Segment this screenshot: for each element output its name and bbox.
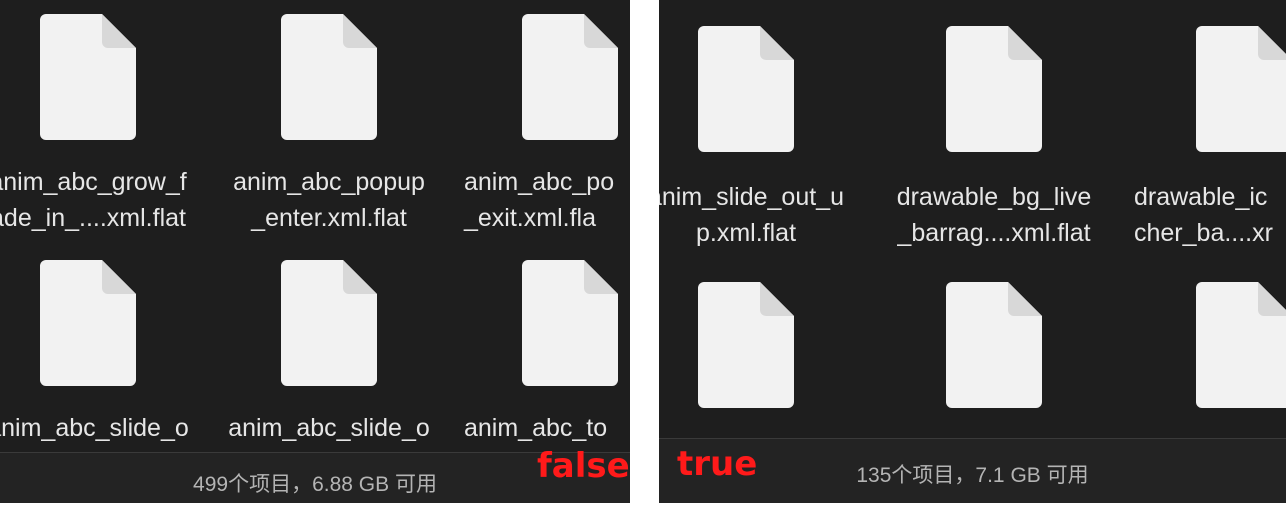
file-item[interactable]: drawable_ic cher_ba....xr bbox=[1134, 26, 1286, 256]
file-name: anim_abc_popup _enter.xml.flat bbox=[233, 168, 425, 232]
file-item[interactable]: anim_abc_to bbox=[460, 260, 630, 450]
file-item[interactable] bbox=[884, 282, 1104, 422]
file-name: anim_abc_po _exit.xml.fla bbox=[464, 168, 615, 232]
result-tag: false bbox=[537, 446, 630, 486]
file-item[interactable] bbox=[659, 282, 856, 422]
document-icon bbox=[698, 26, 794, 152]
status-bar: 499个项目，6.88 GB 可用 bbox=[0, 452, 630, 503]
file-name: drawable_bg_live _barrag....xml.flat bbox=[896, 183, 1092, 247]
file-name: anim_abc_to bbox=[464, 414, 608, 442]
document-icon bbox=[522, 14, 618, 140]
file-name: anim_abc_slide_o bbox=[0, 414, 189, 442]
file-item[interactable]: anim_abc_popup _enter.xml.flat bbox=[219, 14, 439, 234]
file-name: anim_abc_grow_f ade_in_....xml.flat bbox=[0, 168, 187, 232]
document-icon bbox=[698, 282, 794, 408]
file-item[interactable]: anim_abc_grow_f ade_in_....xml.flat bbox=[0, 14, 198, 234]
document-icon bbox=[1196, 282, 1286, 408]
document-icon bbox=[946, 282, 1042, 408]
finder-window-left: anim_abc_grow_f ade_in_....xml.flat anim… bbox=[0, 0, 630, 503]
file-name: anim_abc_slide_o bbox=[228, 414, 430, 442]
file-item[interactable]: drawable_bg_live _barrag....xml.flat bbox=[884, 26, 1104, 256]
file-item[interactable] bbox=[1134, 282, 1286, 422]
file-name: drawable_ic cher_ba....xr bbox=[1134, 183, 1273, 247]
document-icon bbox=[1196, 26, 1286, 152]
file-item[interactable]: anim_abc_slide_o bbox=[219, 260, 439, 450]
status-text: 499个项目，6.88 GB 可用 bbox=[193, 473, 437, 496]
document-icon bbox=[40, 14, 136, 140]
document-icon bbox=[40, 260, 136, 386]
file-item[interactable]: anim_abc_slide_o bbox=[0, 260, 198, 450]
finder-window-right: anim_slide_out_u p.xml.flat drawable_bg_… bbox=[659, 0, 1286, 503]
document-icon bbox=[946, 26, 1042, 152]
file-item[interactable]: anim_slide_out_u p.xml.flat bbox=[659, 26, 856, 256]
document-icon bbox=[281, 14, 377, 140]
file-item[interactable]: anim_abc_po _exit.xml.fla bbox=[460, 14, 630, 234]
result-tag: true bbox=[677, 444, 758, 484]
document-icon bbox=[281, 260, 377, 386]
document-icon bbox=[522, 260, 618, 386]
file-name: anim_slide_out_u p.xml.flat bbox=[659, 183, 844, 247]
